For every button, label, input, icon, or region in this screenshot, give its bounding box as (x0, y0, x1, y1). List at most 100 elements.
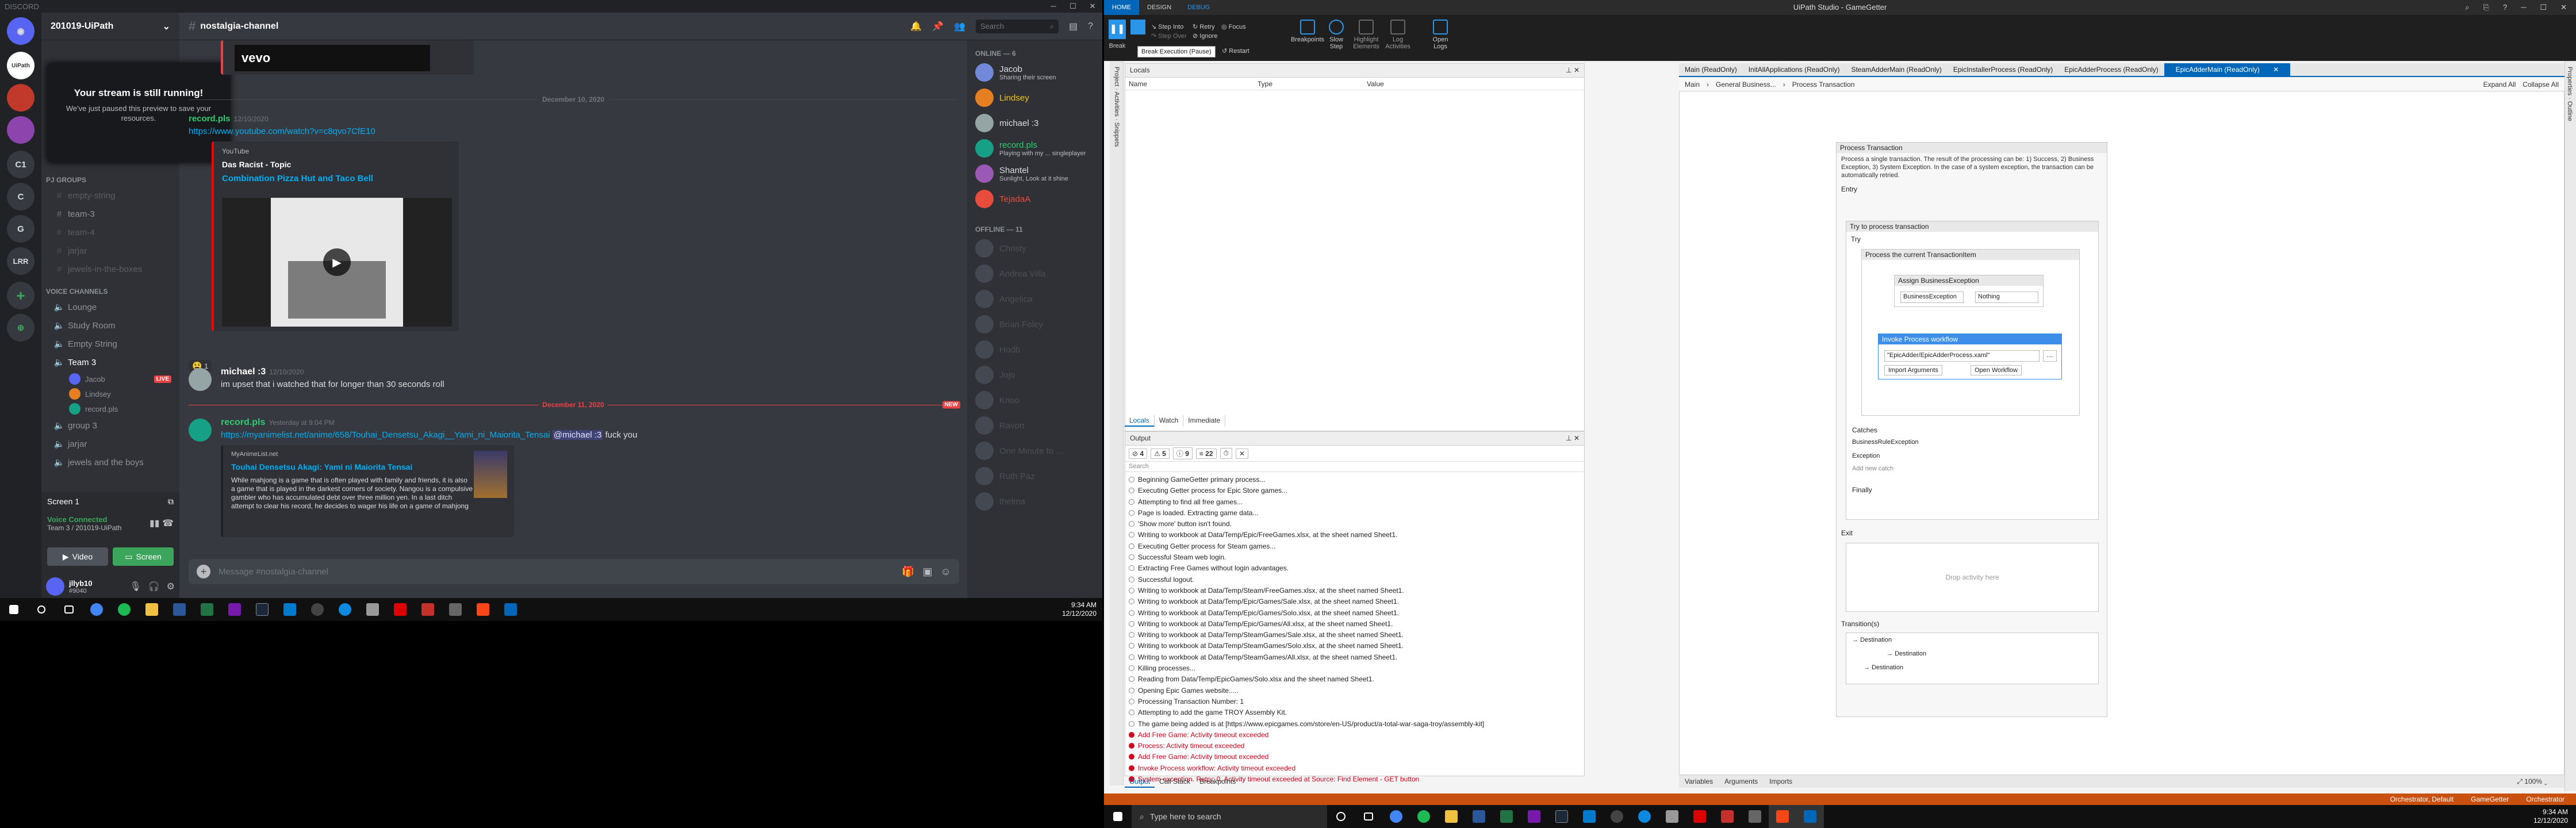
search-icon[interactable]: ⌕ (2465, 0, 2469, 15)
uipath-icon[interactable] (1769, 805, 1796, 828)
bell-icon[interactable]: 🔔 (910, 21, 922, 32)
member-item[interactable]: Knoo (967, 388, 1102, 413)
user-mention[interactable]: @michael :3 (552, 430, 603, 440)
log-line[interactable]: Successful logout. (1129, 574, 1581, 585)
category-voice[interactable]: VOICE CHANNELS (41, 278, 179, 298)
properties-tab[interactable]: Properties · Outline (2565, 61, 2574, 127)
member-item[interactable]: Angelica (967, 286, 1102, 312)
message-composer[interactable]: + Message #nostalgia-channel 🎁 ▣ ☺ (189, 559, 959, 584)
doc-tab[interactable]: InitAllApplications (ReadOnly) (1743, 63, 1846, 76)
timestamp-toggle-icon[interactable]: ⏱ (1220, 448, 1232, 459)
member-item[interactable]: thelma (967, 489, 1102, 514)
voice-channel[interactable]: 🔈 Study Room (41, 316, 179, 335)
onenote-icon[interactable] (1520, 805, 1548, 828)
channel-item[interactable]: # team-4 (41, 223, 179, 241)
acrobat-icon[interactable] (386, 598, 414, 621)
step-into-button[interactable]: ↘ Step Into (1151, 23, 1183, 30)
open-logs-button[interactable]: Open Logs (1426, 20, 1455, 50)
uipath-icon[interactable] (1796, 805, 1824, 828)
pin-icon[interactable]: 📌 (932, 21, 944, 32)
member-item[interactable]: Shantel Sunlight, Look at it shine (967, 161, 1102, 186)
status-orchestrator[interactable]: Orchestrator, Default (2390, 795, 2454, 803)
embed-author[interactable]: Das Racist - Topic (222, 160, 451, 169)
log-line[interactable]: Reading from Data/Temp/EpicGames/Solo.xl… (1129, 674, 1581, 685)
tab-immediate[interactable]: Immediate (1183, 415, 1226, 427)
message-author[interactable]: record.pls 12/10/2020 (189, 114, 269, 124)
share-icon[interactable]: ⎘ (2483, 0, 2489, 15)
popout-icon[interactable]: ⧉ (168, 497, 174, 507)
help-icon[interactable]: ? (1088, 21, 1093, 32)
doc-tab[interactable]: EpicInstallerProcess (ReadOnly) (1948, 63, 2058, 76)
col-value[interactable]: Value (1367, 80, 1384, 88)
log-line[interactable]: Invoke Process workflow: Activity timeou… (1129, 763, 1581, 774)
message-link[interactable]: https://www.youtube.com/watch?v=c8qvo7Cf… (189, 126, 375, 136)
status-orchestrator-link[interactable]: Orchestrator (2526, 795, 2564, 803)
breadcrumb-item[interactable]: Main (1685, 80, 1700, 89)
open-workflow-button[interactable]: Open Workflow (1971, 365, 2022, 375)
excel-icon[interactable] (1493, 805, 1520, 828)
member-item[interactable]: Ravon (967, 413, 1102, 438)
log-activities-button[interactable]: Log Activities (1383, 20, 1412, 50)
log-line[interactable]: Writing to workbook at Data/Temp/Epic/Fr… (1129, 530, 1581, 540)
uipath-icon[interactable] (469, 598, 497, 621)
excel-icon[interactable] (193, 598, 221, 621)
windows-start-icon[interactable] (1104, 805, 1132, 828)
home-icon[interactable]: ◉ (7, 17, 34, 45)
embed-title[interactable]: Touhai Densetsu Akagi: Yami ni Maiorita … (231, 462, 461, 471)
log-line[interactable]: Beginning GameGetter primary process... (1129, 474, 1581, 485)
steam-icon[interactable] (1548, 805, 1575, 828)
log-line[interactable]: Writing to workbook at Data/Temp/SteamGa… (1129, 630, 1581, 641)
app-icon[interactable] (1741, 805, 1769, 828)
help-icon[interactable]: ? (2503, 0, 2507, 15)
workflow-path-field[interactable]: "EpicAdder/EpicAdderProcess.xaml" (1884, 350, 2040, 362)
server-header[interactable]: 201019-UiPath ⌄ (41, 13, 179, 40)
arguments-tab[interactable]: Arguments (1724, 777, 1758, 785)
log-line[interactable]: Writing to workbook at Data/Temp/SteamGa… (1129, 652, 1581, 663)
close-icon[interactable]: ✕ (2560, 0, 2567, 15)
side-tab-project[interactable]: Project · Activities · Snippets (1110, 61, 1124, 152)
member-item[interactable]: Lindsey (967, 85, 1102, 110)
server-uipath[interactable]: UiPath (7, 52, 34, 79)
message-link[interactable]: https://myanimelist.net/anime/658/Touhai… (221, 430, 550, 440)
assign-value-field[interactable]: Nothing (1975, 292, 2038, 303)
spotify-icon[interactable] (1410, 805, 1438, 828)
taskbar-search-input[interactable]: ⌕ Type here to search (1132, 805, 1327, 828)
cortana-icon[interactable] (1327, 805, 1355, 828)
info-filter[interactable]: ⓘ 9 (1172, 447, 1193, 459)
log-line[interactable]: Writing to workbook at Data/Temp/Steam/F… (1129, 585, 1581, 596)
message-author[interactable]: record.pls Yesterday at 9:04 PM (221, 417, 335, 428)
embed-thumbnail[interactable] (474, 451, 507, 498)
edge-icon[interactable] (1631, 805, 1658, 828)
gear-icon[interactable]: ⚙ (167, 581, 175, 592)
emoji-icon[interactable]: ☺ (941, 566, 951, 578)
tab-breakpoints[interactable]: Breakpoints (1195, 776, 1240, 788)
member-item[interactable]: Brian Foley (967, 312, 1102, 337)
slow-step-button[interactable]: Slow Step (1325, 20, 1348, 50)
member-item[interactable]: One Minute to ... (967, 438, 1102, 463)
catch-item[interactable]: BusinessRuleException (1852, 439, 1919, 446)
vscode-icon[interactable] (276, 598, 304, 621)
highlight-button[interactable]: Highlight Elements (1350, 20, 1382, 50)
log-line[interactable]: Process: Activity timeout exceeded (1129, 741, 1581, 752)
app-icon[interactable] (1713, 805, 1741, 828)
state-process-transaction[interactable]: Process Transaction Process a single tra… (1836, 142, 2107, 717)
expand-all-button[interactable]: Expand All (2483, 80, 2516, 89)
voice-channel[interactable]: 🔈 group 3 (41, 416, 179, 435)
error-filter[interactable]: ⊘ 4 (1129, 448, 1148, 459)
tab-locals[interactable]: Locals (1125, 415, 1155, 427)
app-icon[interactable] (1658, 805, 1686, 828)
member-item[interactable]: Jacob Sharing their screen (967, 60, 1102, 85)
voice-channel[interactable]: 🔈 jarjar (41, 435, 179, 453)
search-icon[interactable] (28, 598, 55, 621)
breadcrumb-item[interactable]: General Business... (1716, 80, 1776, 89)
disconnect-icon[interactable]: ☎ (162, 519, 174, 528)
log-line[interactable]: Opening Epic Games website..... (1129, 685, 1581, 696)
close-icon[interactable]: ✕ (2267, 63, 2284, 76)
invoke-workflow-activity[interactable]: Invoke Process workflow "EpicAdder/EpicA… (1878, 334, 2062, 379)
voice-user[interactable]: record.pls (41, 401, 179, 416)
avatar[interactable] (189, 419, 212, 442)
doc-tab[interactable]: SteamAdderMain (ReadOnly) (1845, 63, 1947, 76)
log-line[interactable]: 'Show more' button isn't found. (1129, 519, 1581, 530)
log-line[interactable]: Add Free Game: Activity timeout exceeded (1129, 752, 1581, 762)
zoom-level[interactable]: ⤢ 100% ⌄ (2517, 777, 2564, 786)
